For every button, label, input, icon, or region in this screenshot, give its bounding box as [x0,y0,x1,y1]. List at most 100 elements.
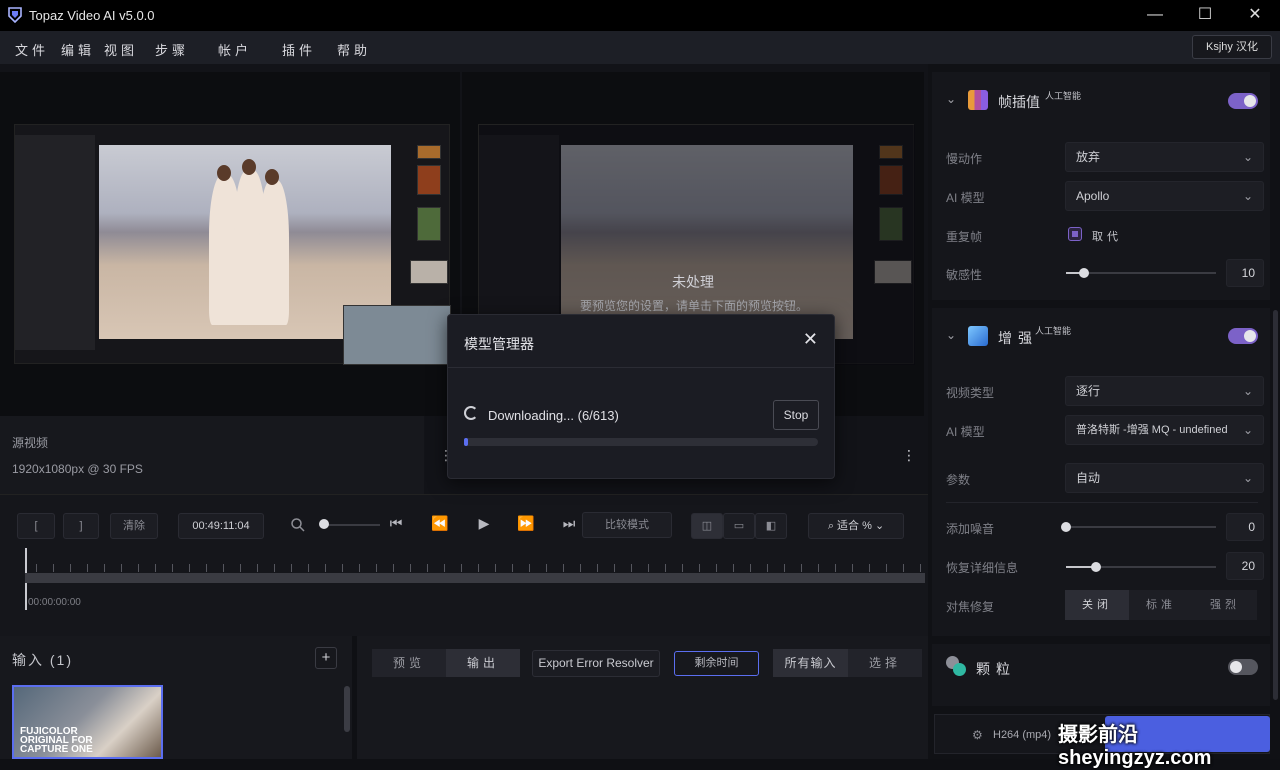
zoom-dropdown[interactable]: ⌕ 适合 % ⌄ [808,513,904,539]
split-view-icon[interactable]: ◧ [755,513,787,539]
slowmo-dropdown[interactable]: 放弃 ⌄ [1065,142,1264,172]
panel-scrollbar[interactable] [1273,310,1278,700]
remaining-time-button[interactable]: 剩余时间 [674,651,759,676]
zoom-slider-knob[interactable] [319,519,329,529]
menu-file[interactable]: 文件 [15,40,49,59]
enhancement-icon [968,326,988,346]
thumb-caption: FUJICOLOR ORIGINAL FOR CAPTURE ONE [20,726,93,755]
timeline-tick [801,564,802,572]
timeline-tick [648,564,649,572]
timeline-tick [257,564,258,572]
set-out-button[interactable]: ] [63,513,99,539]
sensitivity-slider-knob[interactable] [1079,268,1089,278]
timeline-tick [903,564,904,572]
timeline-tick [444,564,445,572]
timeline-tick [342,564,343,572]
export-error-resolver-button[interactable]: Export Error Resolver [532,650,660,677]
timeline-tick [359,564,360,572]
menu-view[interactable]: 视图 [104,40,138,59]
timeline-tick [189,564,190,572]
download-status: Downloading... (6/613) [488,408,619,423]
frame-interpolation-icon [968,90,988,110]
enhance-model-dropdown[interactable]: 普洛特斯 -增强 MQ - undefined ⌄ [1065,415,1264,445]
tab-preview[interactable]: 预览 [372,649,446,677]
minimize-button[interactable]: — [1130,0,1180,31]
interp-model-dropdown[interactable]: Apollo ⌄ [1065,181,1264,211]
timeline-tick [308,564,309,572]
timeline-tick [376,564,377,572]
video-type-dropdown[interactable]: 逐行 ⌄ [1065,376,1264,406]
select-button[interactable]: 选择 [848,649,922,677]
recover-detail-value[interactable]: 20 [1226,552,1264,580]
export-format-label[interactable]: H264 (mp4) [993,729,1051,741]
params-dropdown[interactable]: 自动 ⌄ [1065,463,1264,493]
video-type-label: 视频类型 [946,386,995,400]
stop-download-button[interactable]: Stop [773,400,819,430]
tab-output[interactable]: 输出 [446,649,520,677]
timeline-tick [70,564,71,572]
zoom-label: 适合 % [837,520,872,532]
output-menu-icon[interactable]: ⋮ [902,447,916,464]
play-icon[interactable]: ▶ [474,515,494,532]
translator-badge-button[interactable]: Ksjhy 汉化 [1192,35,1272,59]
timeline-tick [36,564,37,572]
focus-fix-strong[interactable]: 强烈 [1193,590,1257,620]
menu-help[interactable]: 帮助 [337,40,371,59]
add-noise-value[interactable]: 0 [1226,513,1264,541]
focus-fix-off[interactable]: 关闭 [1065,590,1129,620]
recover-detail-slider-knob[interactable] [1091,562,1101,572]
menu-bar: 文件 编辑 视图 步骤 帐户 插件 帮助 [0,31,1280,64]
recover-detail-label: 恢复详细信息 [946,561,1019,575]
compare-mode-button[interactable]: 比较模式 [582,512,672,538]
menu-steps[interactable]: 步骤 [155,40,189,59]
focus-fix-standard[interactable]: 标准 [1129,590,1193,620]
source-preview [0,72,460,416]
unprocessed-hint: 要预览您的设置，请单击下面的预览按钮。 [580,299,809,313]
single-view-icon[interactable]: ▭ [723,513,755,539]
grain-toggle[interactable] [1228,659,1258,675]
zoom-slider[interactable] [322,524,380,526]
grain-icon [946,656,966,676]
download-progress-track [464,438,818,446]
set-in-button[interactable]: [ [17,513,55,539]
timeline-tick [716,564,717,572]
loading-spinner-icon [464,406,478,420]
side-by-side-view-icon[interactable]: ◫ [691,513,723,539]
all-inputs-button[interactable]: 所有输入 [773,649,848,677]
collapse-chevron-icon[interactable]: ⌄ [946,328,956,342]
dialog-title: 模型管理器 [464,336,534,352]
step-back-icon[interactable]: ⏪ [430,515,450,532]
frame-interp-toggle[interactable] [1228,93,1258,109]
dialog-close-icon[interactable]: ✕ [803,329,818,350]
add-noise-slider[interactable] [1066,526,1216,528]
jump-end-icon[interactable]: ⏭ [559,515,579,532]
dup-frames-checkbox[interactable] [1068,227,1082,241]
model-manager-dialog: 模型管理器 ✕ Downloading... (6/613) Stop [447,314,835,479]
menu-account[interactable]: 帐户 [218,40,252,59]
input-thumbnail[interactable]: FUJICOLOR ORIGINAL FOR CAPTURE ONE [12,685,163,759]
add-noise-slider-knob[interactable] [1061,522,1071,532]
enhance-toggle[interactable] [1228,328,1258,344]
menu-plugins[interactable]: 插件 [282,40,316,59]
watermark-text: 摄影前沿 sheyingzyz.com [1058,724,1212,769]
focus-fix-label: 对焦修复 [946,600,995,614]
jump-start-icon[interactable]: ⏮ [386,515,406,532]
search-icon[interactable] [290,517,306,533]
timeline-tick [665,564,666,572]
close-window-button[interactable]: ✕ [1230,0,1280,31]
add-input-button[interactable]: + [315,647,337,669]
source-video-frame [14,124,451,365]
timeline-tick [240,564,241,572]
inputs-scrollbar[interactable] [344,686,350,732]
chevron-down-icon: ⌄ [1242,150,1253,164]
timecode-field[interactable]: 00:49:11:04 [178,513,264,539]
timeline-tick [869,564,870,572]
settings-gear-icon[interactable]: ⚙ [972,728,983,742]
collapse-chevron-icon[interactable]: ⌄ [946,92,956,106]
maximize-button[interactable]: ☐ [1180,0,1230,31]
menu-edit[interactable]: 编辑 [61,40,95,59]
step-forward-icon[interactable]: ⏩ [516,515,536,532]
clear-button[interactable]: 清除 [110,513,158,539]
sensitivity-value[interactable]: 10 [1226,259,1264,287]
timeline-track[interactable] [25,573,925,583]
